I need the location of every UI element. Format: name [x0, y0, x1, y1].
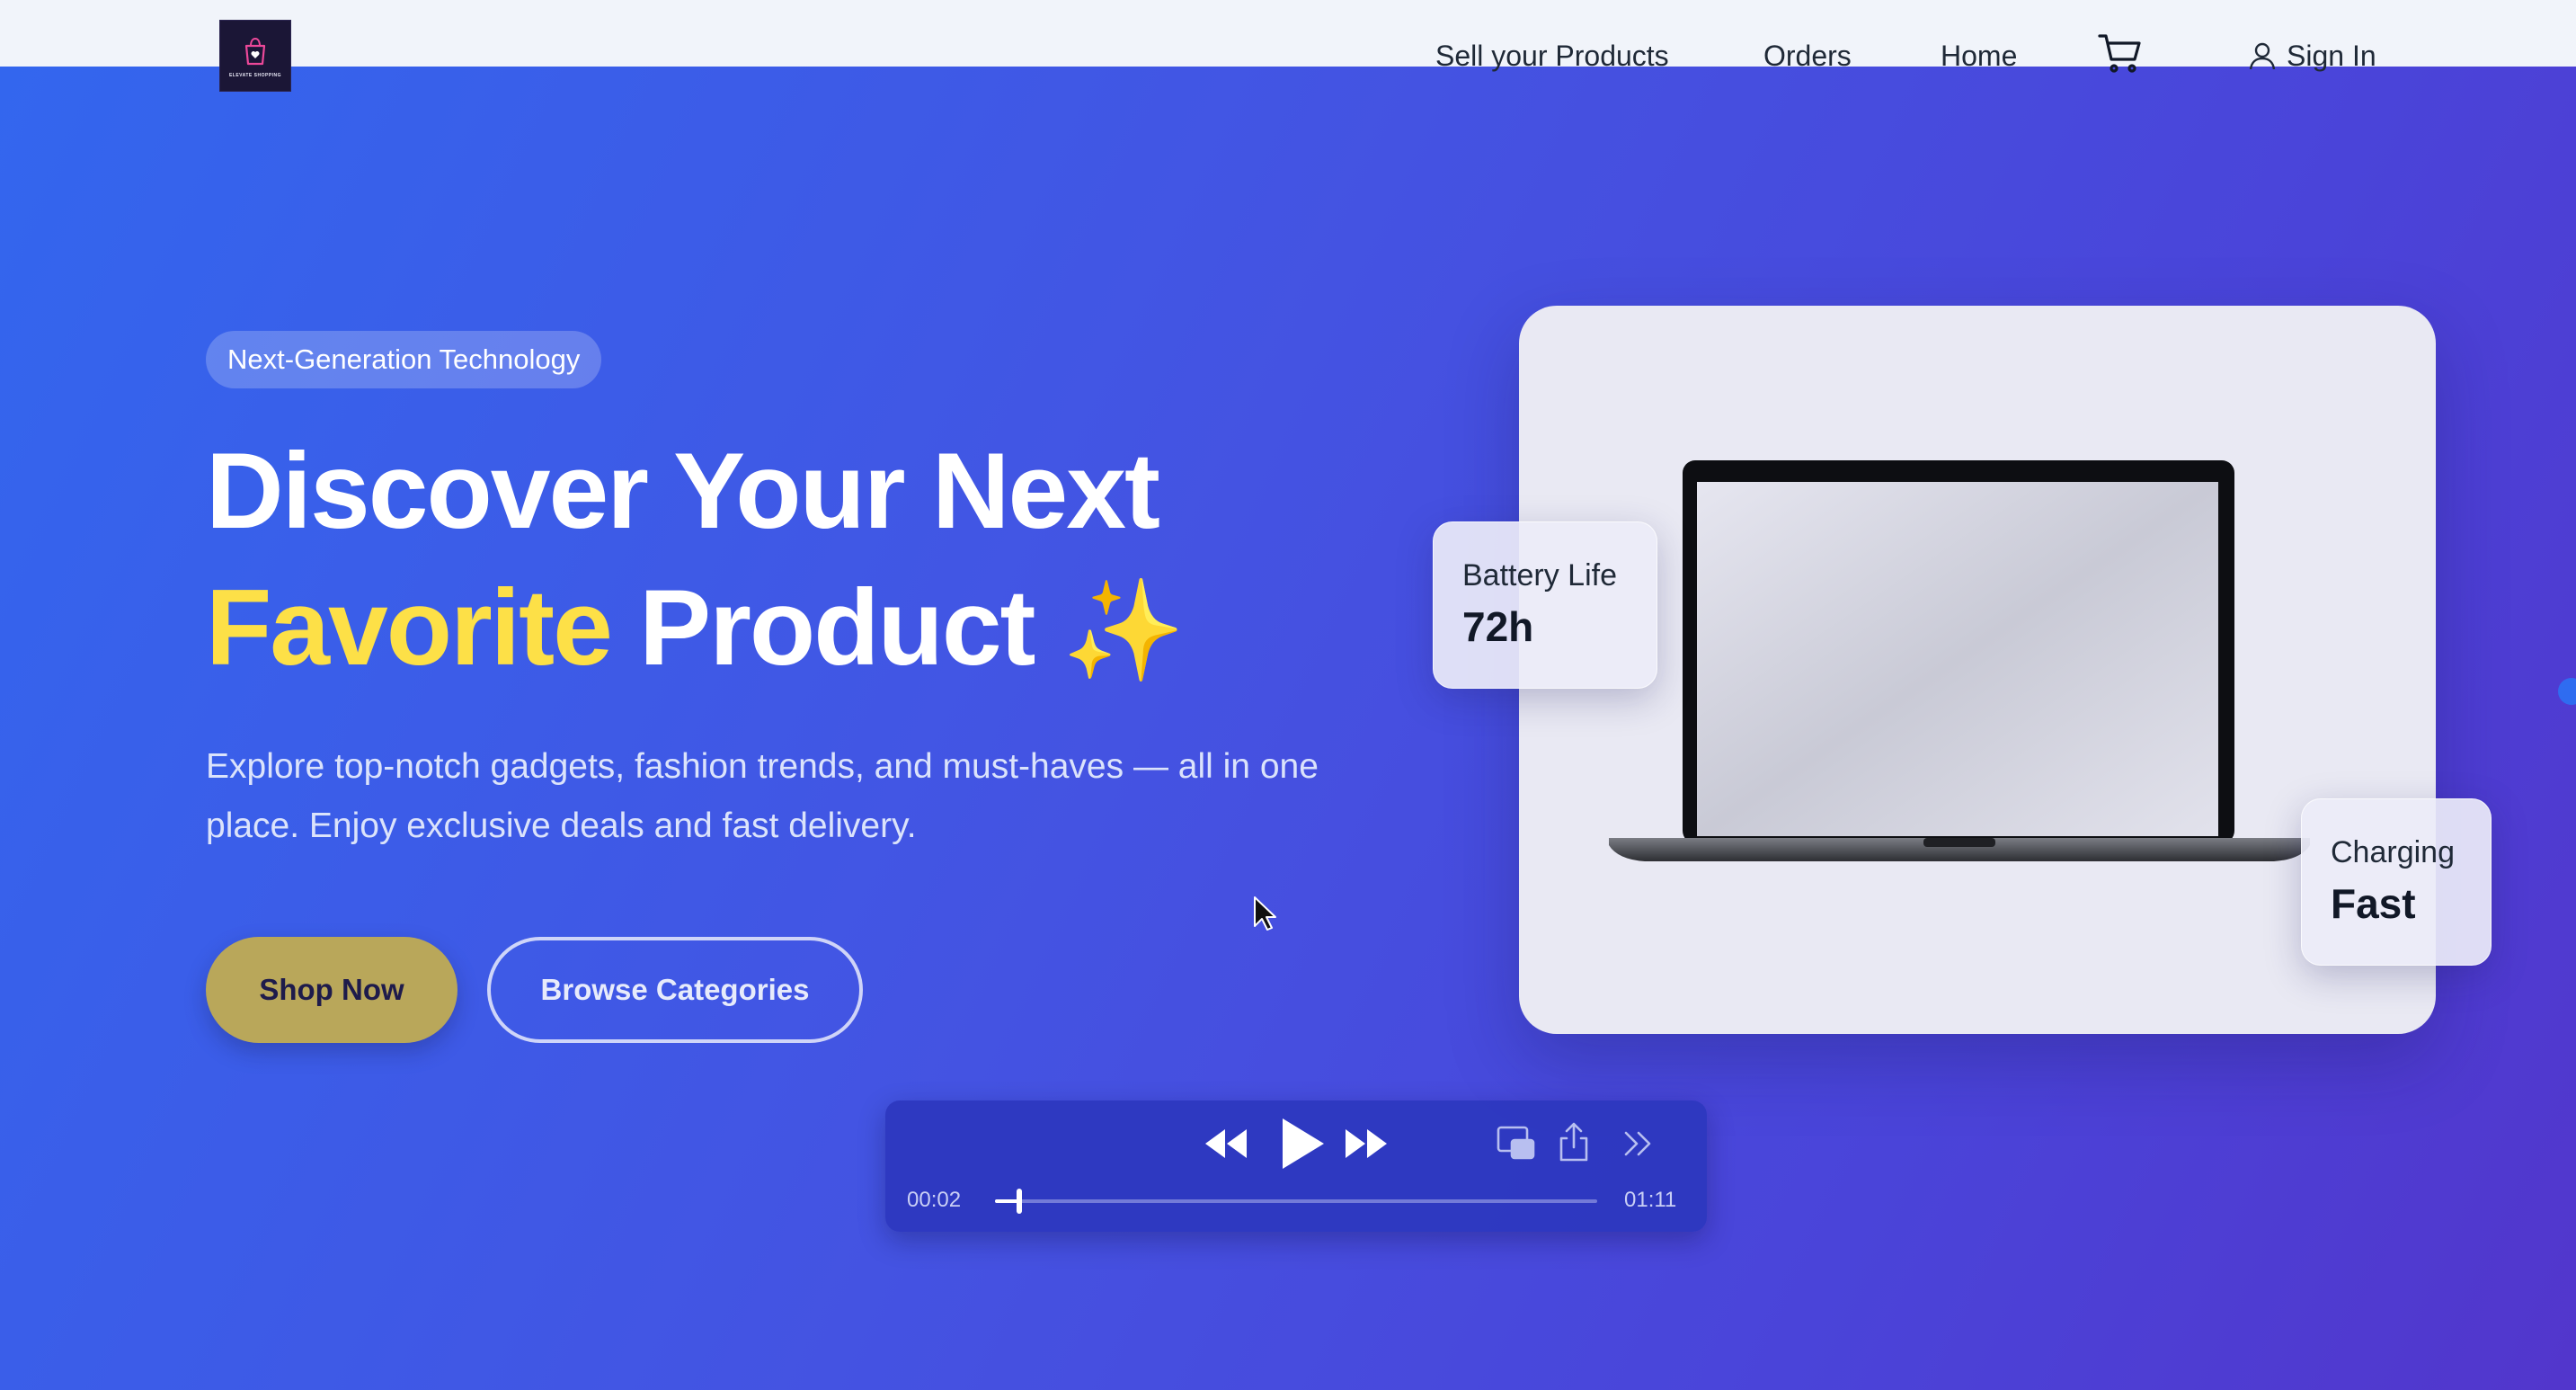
share-icon[interactable] [1556, 1120, 1592, 1163]
charging-value: Fast [2331, 880, 2416, 927]
logo[interactable]: ELEVATE SHOPPING [219, 20, 291, 92]
charging-label: Charging [2331, 835, 2455, 869]
user-icon [2249, 42, 2276, 70]
sparkle-icon: ✨ [1061, 575, 1186, 686]
nav-sell-products[interactable]: Sell your Products [1435, 38, 1669, 74]
rewind-icon[interactable] [1202, 1124, 1248, 1163]
navbar: Sell your Products Orders Home Sign In [0, 0, 2576, 73]
nav-home[interactable]: Home [1941, 38, 2017, 74]
signin-label: Sign In [2287, 40, 2376, 72]
laptop-image [1609, 460, 2310, 861]
hero-title: Discover Your Next Favorite Product ✨ [206, 423, 1284, 699]
shop-now-button[interactable]: Shop Now [206, 937, 457, 1043]
picture-in-picture-icon[interactable] [1496, 1122, 1537, 1163]
cart-icon[interactable] [2097, 31, 2144, 77]
signin-link[interactable]: Sign In [2247, 38, 2376, 74]
more-icon[interactable] [1621, 1124, 1657, 1163]
battery-label: Battery Life [1462, 558, 1617, 593]
mouse-cursor-icon [1254, 896, 1276, 931]
hero-description: Explore top-notch gadgets, fashion trend… [206, 747, 1319, 845]
hero-badge: Next-Generation Technology [206, 331, 602, 388]
media-player: 00:02 01:11 [885, 1100, 1707, 1232]
browse-categories-button[interactable]: Browse Categories [487, 937, 863, 1043]
battery-stat-card: Battery Life 72h [1433, 521, 1657, 689]
hero-title-accent: Favorite [206, 567, 613, 688]
charging-stat-card: Charging Fast [2301, 798, 2492, 966]
seek-handle[interactable] [1017, 1189, 1022, 1214]
duration-time: 01:11 [1624, 1188, 1677, 1212]
logo-text: ELEVATE SHOPPING [228, 73, 282, 78]
shopping-bag-icon [244, 37, 266, 66]
seek-bar[interactable] [995, 1189, 1597, 1214]
hero-title-line1: Discover Your Next [206, 431, 1160, 551]
fast-forward-icon[interactable] [1344, 1124, 1390, 1163]
battery-value: 72h [1462, 603, 1534, 650]
current-time: 00:02 [907, 1188, 962, 1212]
seek-progress [995, 1199, 1019, 1203]
play-icon[interactable] [1274, 1115, 1328, 1172]
nav-orders[interactable]: Orders [1763, 38, 1852, 74]
hero-title-rest: Product [639, 567, 1035, 688]
